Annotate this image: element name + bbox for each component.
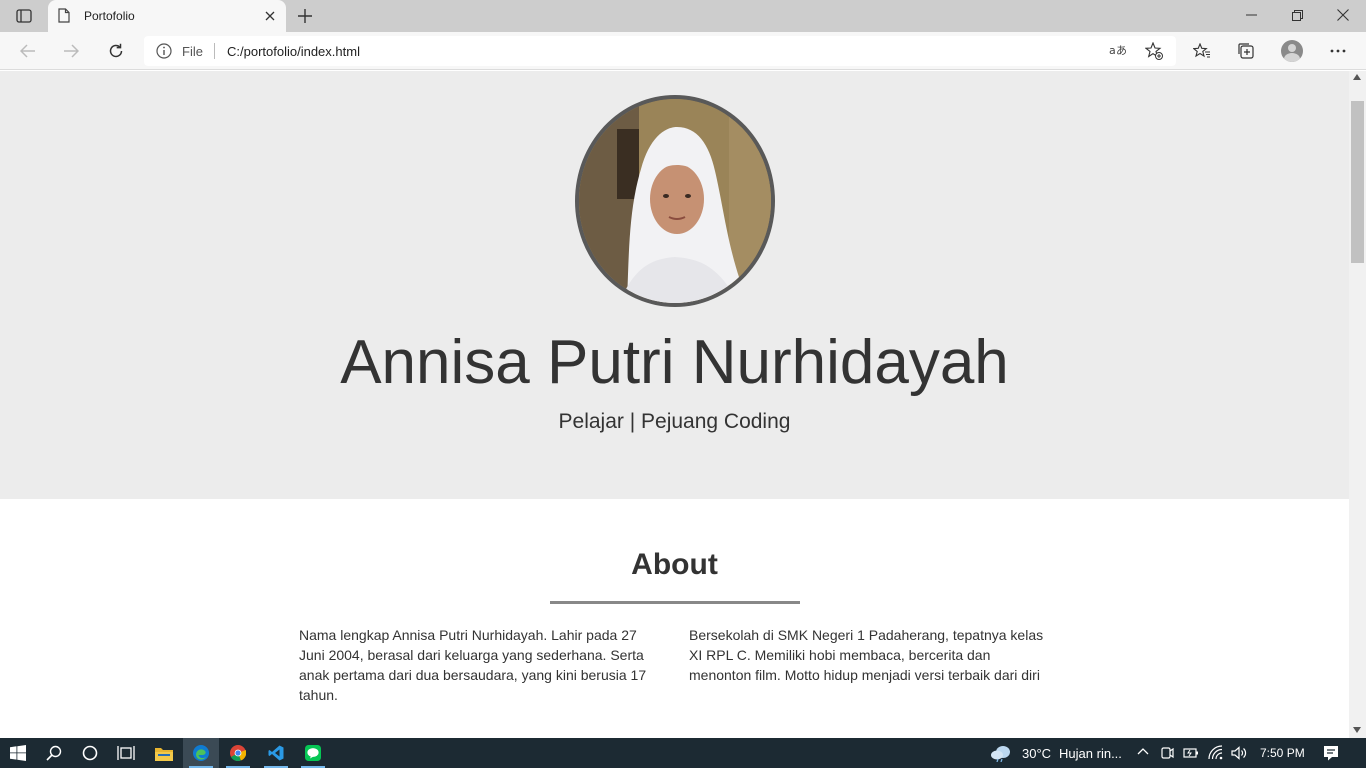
browser-toolbar: File C:/portofolio/index.html aあ	[0, 32, 1366, 70]
hero-section: Annisa Putri Nurhidayah Pelajar | Pejuan…	[0, 71, 1349, 499]
file-explorer-icon	[155, 747, 173, 761]
weather-widget[interactable]: 30°C Hujan rin...	[990, 738, 1122, 768]
minimize-button[interactable]	[1228, 0, 1274, 30]
restore-icon	[1291, 9, 1303, 21]
close-window-button[interactable]	[1320, 0, 1366, 30]
browser-tab-active[interactable]: Portofolio	[48, 0, 286, 32]
collections-button[interactable]	[1232, 37, 1260, 65]
search-button[interactable]	[36, 738, 72, 768]
collections-icon	[1238, 43, 1254, 59]
task-view-button[interactable]	[108, 738, 144, 768]
volume-icon[interactable]	[1231, 745, 1247, 766]
refresh-button[interactable]	[102, 37, 130, 65]
back-button[interactable]	[14, 37, 42, 65]
start-icon	[10, 745, 26, 761]
translate-icon[interactable]: aあ	[1109, 43, 1127, 60]
more-icon	[1330, 49, 1346, 53]
cortana-icon	[82, 745, 98, 761]
system-clock[interactable]: 7:50 PM	[1260, 746, 1305, 760]
edge-icon	[193, 745, 209, 761]
search-icon	[46, 745, 62, 761]
address-bar[interactable]: File C:/portofolio/index.html aあ	[144, 36, 1176, 66]
chrome-icon	[230, 745, 246, 761]
tray-chevron-up-icon[interactable]	[1137, 745, 1149, 764]
about-text-right: Bersekolah di SMK Negeri 1 Padaherang, t…	[689, 627, 1044, 683]
cortana-button[interactable]	[72, 738, 108, 768]
weather-condition: Hujan rin...	[1059, 745, 1122, 761]
scroll-up-arrow-icon[interactable]	[1353, 74, 1361, 80]
chrome-taskbar-button[interactable]	[220, 738, 256, 768]
tab-close-icon[interactable]	[262, 8, 278, 24]
forward-button[interactable]	[57, 37, 85, 65]
profile-photo	[575, 95, 775, 307]
vscode-icon	[268, 745, 284, 761]
close-icon	[1337, 9, 1349, 21]
weather-cloud-icon	[991, 746, 1010, 762]
task-view-icon	[117, 746, 135, 760]
address-separator	[214, 43, 215, 59]
about-heading: About	[631, 548, 718, 581]
new-tab-button[interactable]	[294, 6, 316, 26]
about-text-left: Nama lengkap Annisa Putri Nurhidayah. La…	[299, 627, 647, 703]
battery-icon[interactable]	[1183, 745, 1199, 766]
svg-text:あ: あ	[1116, 44, 1127, 57]
line-taskbar-button[interactable]	[295, 738, 331, 768]
file-explorer-button[interactable]	[146, 738, 182, 768]
site-info-icon[interactable]	[156, 43, 172, 64]
restore-button[interactable]	[1274, 0, 1320, 30]
meet-now-icon[interactable]	[1160, 745, 1174, 766]
windows-taskbar: 30°C Hujan rin... 7:50 PM	[0, 738, 1366, 768]
forward-arrow-icon	[64, 44, 79, 58]
browser-tab-strip: Portofolio	[0, 0, 1366, 32]
scrollbar-thumb[interactable]	[1351, 101, 1364, 263]
edge-taskbar-button[interactable]	[183, 738, 219, 768]
vscode-taskbar-button[interactable]	[258, 738, 294, 768]
wifi-icon[interactable]	[1208, 745, 1224, 766]
add-favorite-icon[interactable]	[1144, 41, 1163, 65]
line-icon	[305, 745, 321, 761]
scroll-down-arrow-icon[interactable]	[1353, 727, 1361, 733]
notification-center-icon[interactable]	[1322, 744, 1340, 767]
settings-menu-button[interactable]	[1324, 37, 1352, 65]
tab-actions-button[interactable]	[10, 6, 38, 26]
page-scrollbar[interactable]	[1349, 71, 1366, 738]
tab-actions-icon	[16, 9, 32, 23]
page-icon	[58, 8, 70, 28]
plus-icon	[298, 9, 312, 23]
scheme-label: File	[182, 44, 203, 59]
svg-text:a: a	[1109, 44, 1116, 57]
tab-title: Portofolio	[84, 9, 135, 23]
profile-photo-image	[579, 99, 771, 303]
page-viewport: Annisa Putri Nurhidayah Pelajar | Pejuan…	[0, 71, 1349, 738]
favorites-button[interactable]	[1188, 37, 1216, 65]
about-divider	[550, 601, 800, 604]
hero-name: Annisa Putri Nurhidayah	[340, 328, 1009, 397]
refresh-icon	[109, 43, 123, 58]
start-button[interactable]	[0, 738, 36, 768]
hero-tagline: Pelajar | Pejuang Coding	[558, 410, 791, 433]
minimize-icon	[1245, 14, 1257, 16]
weather-temp: 30°C	[1022, 745, 1052, 761]
profile-avatar[interactable]	[1281, 40, 1303, 62]
back-arrow-icon	[20, 44, 35, 58]
url-text[interactable]: C:/portofolio/index.html	[227, 44, 360, 59]
favorites-icon	[1193, 43, 1210, 58]
